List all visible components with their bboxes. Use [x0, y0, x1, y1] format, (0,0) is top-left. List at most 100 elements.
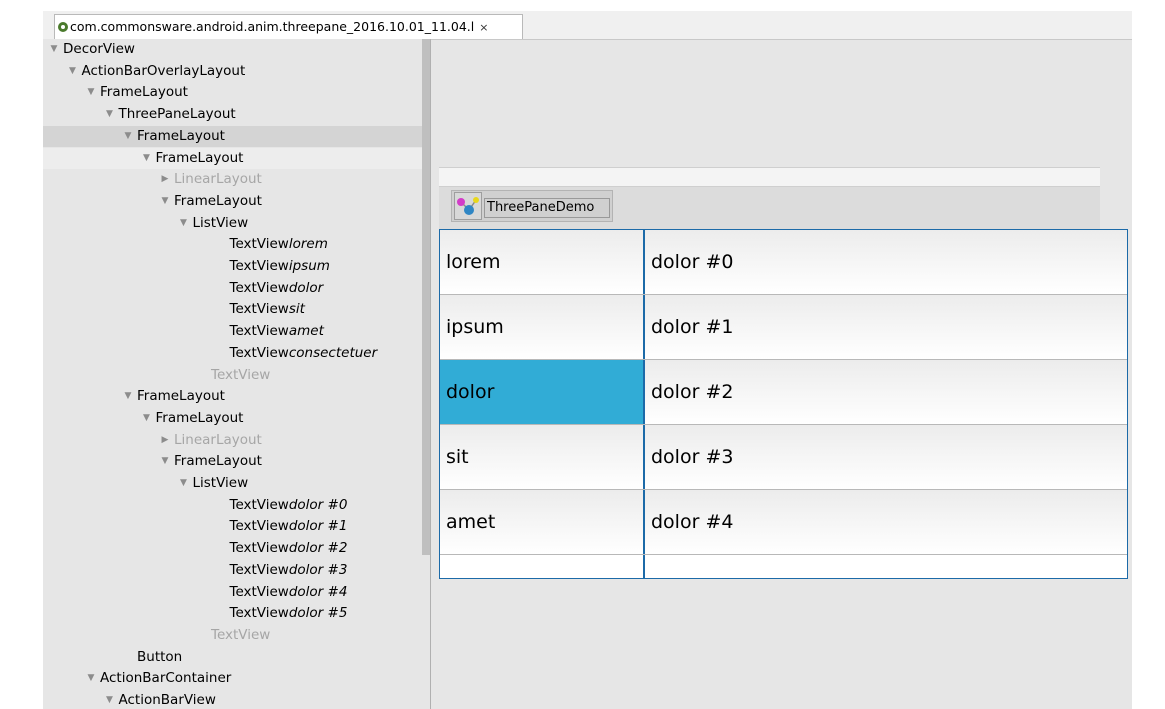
view-class-name: ListView: [192, 214, 249, 231]
tree-node-label: ActionBarView: [119, 692, 216, 708]
view-class-name: LinearLayout: [174, 431, 262, 448]
tree-node[interactable]: TextViewdolor #5: [43, 603, 422, 625]
expand-arrow-icon[interactable]: ▼: [156, 451, 174, 473]
tree-node[interactable]: ▼ DecorView: [43, 39, 422, 61]
expand-arrow-icon[interactable]: ▼: [175, 213, 193, 235]
list-item[interactable]: amet dolor #4: [440, 490, 1127, 555]
list-item-primary[interactable]: amet: [440, 490, 645, 554]
view-class-name: TextView: [229, 518, 289, 535]
list-item-detail[interactable]: dolor #2: [651, 360, 733, 424]
tree-node[interactable]: TextViewipsum: [43, 256, 422, 278]
view-class-name: TextView: [229, 279, 289, 296]
tree-node[interactable]: ▼ FrameLayout: [43, 125, 422, 148]
tree-node[interactable]: ▼ ListView: [43, 473, 422, 495]
list-item[interactable]: dolor dolor #2: [440, 360, 1127, 425]
list-item-primary[interactable]: lorem: [440, 230, 645, 294]
tree-node[interactable]: TextViewdolor #1: [43, 516, 422, 538]
tree-node[interactable]: TextViewconsectetuer: [43, 343, 422, 365]
tree-node[interactable]: TextViewsit: [43, 299, 422, 321]
tree-node[interactable]: TextViewdolor #4: [43, 582, 422, 604]
tree-node[interactable]: ▼ ListView: [43, 213, 422, 235]
tree-node[interactable]: TextViewdolor: [43, 278, 422, 300]
view-class-name: FrameLayout: [137, 127, 225, 144]
expand-arrow-icon[interactable]: ▼: [101, 104, 119, 126]
tree-node[interactable]: ▼ FrameLayout: [43, 147, 422, 170]
action-bar-title: ThreePaneDemo: [484, 198, 610, 218]
tree-node[interactable]: TextViewdolor #0: [43, 495, 422, 517]
app-icon: [454, 192, 482, 220]
list-item[interactable]: sit dolor #3: [440, 425, 1127, 490]
view-class-name: TextView: [229, 344, 289, 361]
tree-node-label: TextViewconsectetuer: [230, 345, 378, 361]
expand-arrow-icon[interactable]: ▼: [156, 191, 174, 213]
expand-arrow-icon[interactable]: ▼: [64, 61, 82, 83]
view-class-name: FrameLayout: [155, 409, 244, 426]
expand-arrow-icon[interactable]: ▼: [119, 126, 137, 148]
action-bar[interactable]: ThreePaneDemo: [439, 187, 1100, 229]
tree-node[interactable]: ▼ FrameLayout: [43, 451, 422, 473]
tree-node[interactable]: ▼ FrameLayout: [43, 408, 422, 430]
tree-node-label: TextViewdolor #4: [230, 584, 348, 600]
list-item-detail[interactable]: dolor #0: [651, 230, 733, 294]
expand-arrow-icon[interactable]: ▼: [138, 408, 156, 430]
tree-node[interactable]: TextViewdolor #3: [43, 560, 422, 582]
view-text-value: lorem: [288, 236, 328, 253]
view-hierarchy-tree: ▼ DecorView ▼ ActionBarOverlayLayout ▼ FrameL…: [43, 39, 422, 709]
tree-node[interactable]: ▼ ActionBarView: [43, 690, 422, 709]
tree-node[interactable]: ▼ ThreePaneLayout: [43, 104, 422, 126]
tree-node[interactable]: TextViewamet: [43, 321, 422, 343]
expand-arrow-icon[interactable]: ▼: [45, 39, 63, 61]
list-item-primary[interactable]: sit: [440, 425, 645, 489]
tree-node[interactable]: TextView: [43, 625, 422, 647]
tree-scrollbar[interactable]: [422, 39, 430, 709]
expand-arrow-icon[interactable]: ▼: [175, 473, 193, 495]
tree-node[interactable]: ▼ FrameLayout: [43, 82, 422, 104]
expand-arrow-icon[interactable]: ▼: [138, 148, 156, 170]
tree-node-label: FrameLayout: [156, 410, 244, 426]
tree-node-label: DecorView: [63, 41, 135, 57]
close-icon[interactable]: ×: [479, 21, 488, 34]
expand-arrow-icon[interactable]: ▼: [101, 690, 119, 709]
list-item-detail[interactable]: dolor #3: [651, 425, 733, 489]
expand-arrow-icon[interactable]: ▼: [82, 668, 100, 690]
tree-node-label: ListView: [193, 215, 249, 231]
list-item-detail[interactable]: dolor #4: [651, 490, 733, 554]
view-text-value: dolor #0: [288, 496, 348, 513]
expand-arrow-icon[interactable]: ▼: [82, 82, 100, 104]
expand-arrow-icon[interactable]: ▼: [119, 386, 137, 408]
list-item-primary[interactable]: dolor: [440, 360, 645, 424]
view-class-name: FrameLayout: [155, 149, 244, 166]
tree-node[interactable]: TextViewlorem: [43, 234, 422, 256]
tree-node[interactable]: Button: [43, 647, 422, 669]
tree-node-label: TextViewdolor #0: [230, 497, 348, 513]
tree-node[interactable]: ▶ LinearLayout: [43, 430, 422, 452]
list-empty-row: [440, 555, 1127, 578]
tree-node[interactable]: ▼ FrameLayout: [43, 191, 422, 213]
tree-node[interactable]: ▼ ActionBarOverlayLayout: [43, 61, 422, 83]
view-class-name: TextView: [229, 258, 289, 274]
tree-node-label: TextViewdolor #1: [230, 518, 348, 534]
tree-node-label: TextViewdolor #5: [230, 605, 348, 621]
list-item[interactable]: lorem dolor #0: [440, 230, 1127, 295]
collapse-arrow-icon[interactable]: ▶: [156, 430, 174, 452]
tree-node[interactable]: ▼ ActionBarContainer: [43, 668, 422, 690]
view-class-name: Button: [137, 648, 183, 665]
tree-node[interactable]: TextView: [43, 365, 422, 387]
tree-node-label: TextViewamet: [230, 323, 324, 339]
view-text-value: consectetuer: [288, 344, 378, 361]
tab-dump-file[interactable]: com.commonsware.android.anim.threepane_2…: [54, 14, 523, 39]
panel-divider[interactable]: [430, 39, 431, 709]
tree-node-label: FrameLayout: [137, 128, 225, 144]
tree-node[interactable]: TextViewdolor #2: [43, 538, 422, 560]
scrollbar-thumb[interactable]: [422, 39, 430, 555]
action-bar-home[interactable]: ThreePaneDemo: [451, 190, 613, 222]
view-class-name: ListView: [192, 475, 249, 491]
android-dump-icon: [58, 22, 68, 32]
collapse-arrow-icon[interactable]: ▶: [156, 169, 174, 191]
tree-node[interactable]: ▼ FrameLayout: [43, 386, 422, 408]
view-class-name: ThreePaneLayout: [118, 106, 236, 123]
tree-node[interactable]: ▶ LinearLayout: [43, 169, 422, 191]
list-item-detail[interactable]: dolor #1: [651, 295, 733, 359]
list-item-primary[interactable]: ipsum: [440, 295, 645, 359]
list-item[interactable]: ipsum dolor #1: [440, 295, 1127, 360]
